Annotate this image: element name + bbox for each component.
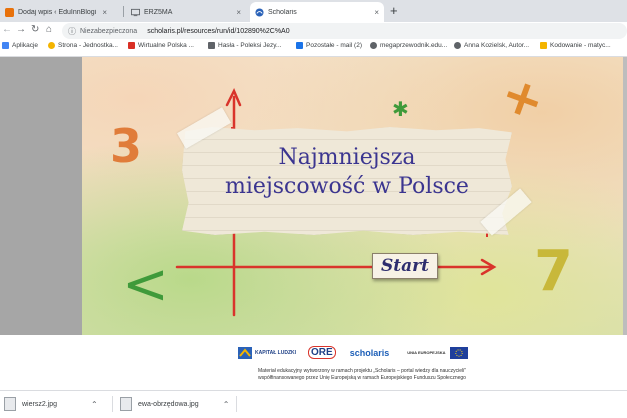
eu-flag-icon: [449, 346, 468, 359]
tab-label: Dodaj wpis ‹ EduInnBlogi: [18, 8, 97, 16]
asterisk-sign: ✱: [392, 97, 409, 121]
page-margin-left: [0, 57, 82, 335]
chevron-up-icon[interactable]: ⌃: [223, 400, 230, 409]
bookmark-label: Strona - Jednostka...: [58, 42, 118, 49]
tab-divider: [123, 6, 124, 17]
less-than-sign: <: [122, 252, 169, 317]
globe-icon: [454, 42, 461, 49]
bookmark-item[interactable]: Kodowanie - matyc...: [540, 42, 611, 49]
lesson-title: Najmniejsza miejscowość w Polsce: [182, 143, 512, 201]
bookmark-item[interactable]: Hasła - Poleksi Jezy...: [208, 42, 281, 49]
bookmark-favicon-icon: [48, 42, 55, 49]
back-button[interactable]: ←: [2, 24, 12, 35]
chevron-up-icon[interactable]: ⌃: [91, 400, 98, 409]
bookmark-label: Aplikacje: [12, 42, 39, 49]
bookmark-apps[interactable]: Aplikacje: [2, 42, 38, 49]
title-line-1: Najmniejsza: [278, 145, 416, 170]
security-label: Niezabezpieczona: [80, 27, 138, 35]
scholaris-favicon-icon: [255, 7, 264, 17]
tab-blog[interactable]: Dodaj wpis ‹ EduInnBlogi ×: [0, 2, 112, 22]
image-file-icon: [120, 397, 132, 411]
download-divider: [112, 396, 113, 412]
bookmark-label: Anna Kozielsk, Autor...: [464, 42, 530, 49]
download-item[interactable]: ewa-obrzędowa.jpg ⌃: [120, 395, 229, 413]
bookmark-item[interactable]: megaprzewodnik.edu...: [370, 42, 447, 49]
start-button[interactable]: Start: [372, 253, 438, 279]
footer-note-line-1: Materiał edukacyjny wytworzony w ramach …: [258, 368, 466, 374]
apps-grid-icon: [2, 42, 9, 49]
bookmark-item[interactable]: Strona - Jednostka...: [48, 42, 118, 49]
info-icon[interactable]: ⓘ: [68, 26, 76, 37]
bookmark-label: Hasła - Poleksi Jezy...: [218, 42, 282, 49]
tab-label: ERZ5MA: [144, 8, 173, 16]
close-icon[interactable]: ×: [374, 8, 379, 17]
close-icon[interactable]: ×: [102, 8, 107, 17]
logo-row: KAPITAŁ LUDZKI ORE scholaris UNIA EUROPE…: [238, 346, 468, 359]
eu-label: UNIA EUROPEJSKA: [407, 350, 446, 355]
bookmark-label: Kodowanie - matyc...: [550, 42, 611, 49]
download-filename: wiersz2.jpg: [22, 400, 58, 408]
bookmark-label: megaprzewodnik.edu...: [380, 42, 448, 49]
globe-icon: [370, 42, 377, 49]
footer-note: Materiał edukacyjny wytworzony w ramach …: [212, 368, 512, 382]
address-bar[interactable]: ⓘ Niezabezpieczona scholaris.pl/resource…: [62, 23, 627, 39]
tab-label: Scholaris: [268, 8, 297, 16]
scrollbar-track[interactable]: [623, 57, 627, 335]
download-divider: [236, 396, 237, 412]
bookmark-item[interactable]: Anna Kozielsk, Autor...: [454, 42, 529, 49]
bookmark-label: Pozostałe - mail (2): [306, 42, 362, 49]
scholaris-logo: scholaris: [349, 347, 390, 358]
download-filename: ewa-obrzędowa.jpg: [138, 400, 199, 408]
bookmark-favicon-icon: [208, 42, 215, 49]
bookmarks-bar: Aplikacje Strona - Jednostka... Wirtualn…: [0, 40, 627, 57]
home-button[interactable]: ⌂: [46, 24, 52, 35]
close-icon[interactable]: ×: [236, 8, 241, 17]
browser-toolbar: ← → ↻ ⌂ ⓘ Niezabezpieczona scholaris.pl/…: [0, 22, 627, 40]
reload-button[interactable]: ↻: [31, 24, 39, 35]
tab-strip: Dodaj wpis ‹ EduInnBlogi × ERZ5MA × Scho…: [0, 0, 627, 22]
new-tab-button[interactable]: +: [390, 3, 398, 18]
kapital-ludzki-logo-icon: [238, 346, 252, 359]
kapital-ludzki-label: KAPITAŁ LUDZKI: [255, 349, 297, 356]
image-file-icon: [4, 397, 16, 411]
horizontal-arrow-icon: [175, 258, 497, 276]
download-item[interactable]: wiersz2.jpg ⌃: [4, 395, 98, 413]
mail-favicon-icon: [296, 42, 303, 49]
ore-logo: ORE: [308, 346, 336, 359]
bookmark-label: Wirtualne Polska ...: [138, 42, 194, 49]
footer-note-line-2: współfinansowanego przez Unię Europejską…: [258, 375, 466, 381]
wp-favicon-icon: [128, 42, 135, 49]
bookmark-favicon-icon: [540, 42, 547, 49]
number-three: 3: [110, 119, 143, 173]
tab-scholaris[interactable]: Scholaris ×: [250, 2, 384, 22]
title-line-2: miejscowość w Polsce: [225, 174, 469, 199]
number-seven: 7: [534, 239, 573, 304]
bookmark-item[interactable]: Pozostałe - mail (2): [296, 42, 362, 49]
screen-icon: [131, 8, 140, 16]
lesson-stage: 3 7 + ✱ < Najmniejsza miejscowość w Pols…: [82, 57, 623, 335]
url-text: scholaris.pl/resources/run/id/102890%2C%…: [147, 27, 290, 35]
forward-button[interactable]: →: [16, 24, 26, 35]
tab-erz5ma[interactable]: ERZ5MA ×: [126, 2, 246, 22]
blog-favicon-icon: [5, 7, 14, 17]
bookmark-item[interactable]: Wirtualne Polska ...: [128, 42, 194, 49]
